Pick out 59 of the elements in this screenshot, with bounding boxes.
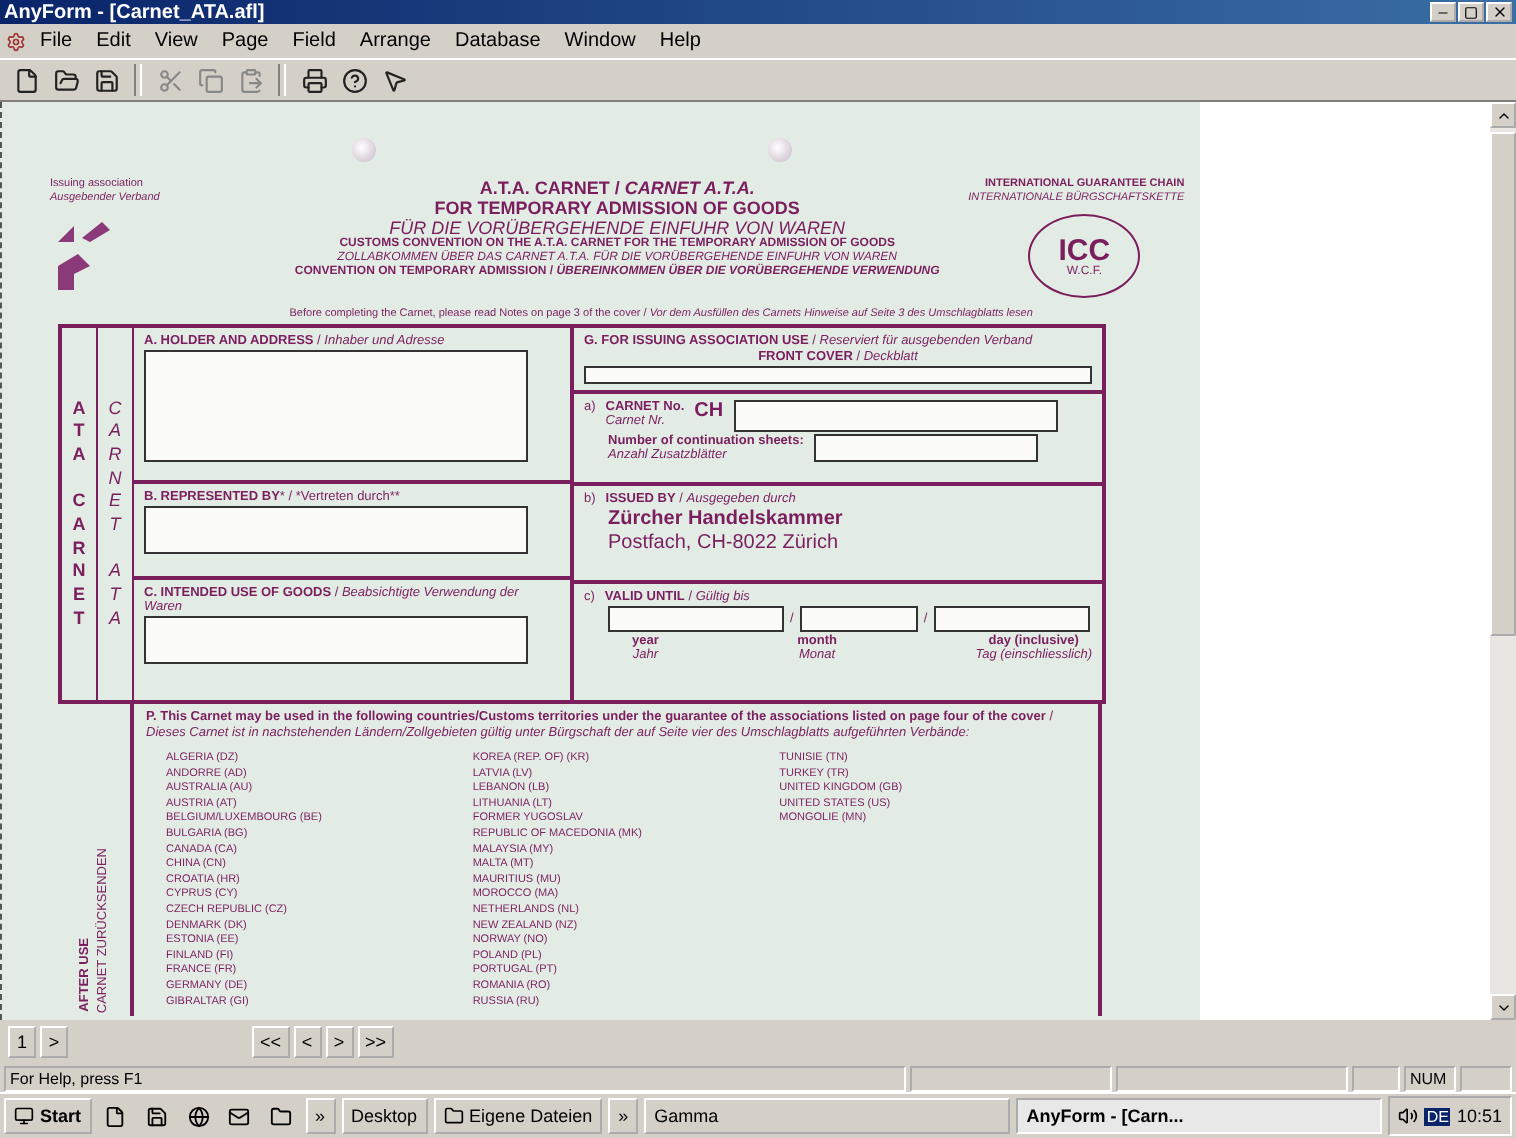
menu-item[interactable]: Arrange [349,30,441,52]
menu-item[interactable]: Edit [86,30,141,52]
maximize-icon [1464,5,1478,19]
start-button[interactable]: Start [4,1098,92,1134]
form-title: FÜR DIE VORÜBERGEHENDE EINFUHR VON WAREN [389,218,846,238]
country-prefix: CH [694,400,724,422]
app-menu-icon[interactable] [6,31,26,51]
close-icon [1491,4,1507,20]
monitor-icon [14,1106,34,1126]
folder-shortcut[interactable]: Desktop [341,1098,428,1134]
menu-item[interactable]: Window [554,30,646,52]
input-field[interactable] [799,606,918,632]
punch-hole [768,138,792,162]
minimize-button[interactable] [1430,2,1456,22]
page-nav-button[interactable]: > [325,1026,354,1058]
input-field[interactable] [144,616,528,664]
input-field[interactable] [813,434,1038,462]
next-page-tab[interactable]: > [40,1026,68,1058]
input-field[interactable] [733,400,1058,432]
menu-item[interactable]: Field [282,30,346,52]
clock: 10:51 [1456,1106,1502,1126]
page-nav-button[interactable]: >> [357,1026,395,1058]
vertical-label: CARNET ATA [106,397,124,631]
language-indicator[interactable]: DE [1424,1107,1451,1125]
menu-item[interactable]: View [144,30,208,52]
menu-item[interactable]: Help [649,30,711,52]
scroll-down-button[interactable] [1490,994,1516,1020]
more-button[interactable]: » [305,1098,336,1134]
form-title: A.T.A. CARNET / CARNET A.T.A. [479,178,755,198]
page-tab[interactable]: 1 [8,1026,36,1058]
taskbar-task[interactable]: Gamma [644,1098,1011,1134]
window-title: AnyForm - [Carnet_ATA.afl] [4,1,265,23]
vertical-label: ATA CARNET [70,397,88,631]
scroll-up-button[interactable] [1490,102,1516,128]
folder-icon [443,1106,464,1126]
input-field[interactable] [933,606,1090,632]
more-button[interactable]: » [608,1098,639,1134]
volume-icon[interactable] [1398,1106,1419,1126]
folder-shortcut[interactable]: Eigene Dateien [433,1098,603,1134]
menu-item[interactable]: Page [211,30,279,52]
page-nav-button[interactable]: << [252,1026,290,1058]
input-field[interactable] [144,350,528,462]
issuer-name: Zürcher Handelskammer [608,508,845,532]
page-nav-button[interactable]: < [293,1026,322,1058]
maximize-button[interactable] [1458,2,1484,22]
menu-item[interactable]: Database [444,30,551,52]
input-field[interactable] [144,506,528,554]
input-field[interactable] [584,366,1092,384]
close-button[interactable] [1486,2,1512,22]
status-text: For Help, press F1 [4,1065,906,1091]
num-lock-indicator: NUM [1404,1065,1456,1091]
punch-hole [352,138,376,162]
issuer-address: Postfach, CH-8022 Zürich [608,532,841,556]
input-field[interactable] [608,606,784,632]
taskbar-task[interactable]: AnyForm - [Carn... [1016,1098,1383,1134]
scrollbar[interactable] [1490,102,1516,1020]
form-title: FOR TEMPORARY ADMISSION OF GOODS [434,198,800,218]
menu-item[interactable]: File [30,30,83,52]
scroll-thumb[interactable] [1490,132,1516,636]
